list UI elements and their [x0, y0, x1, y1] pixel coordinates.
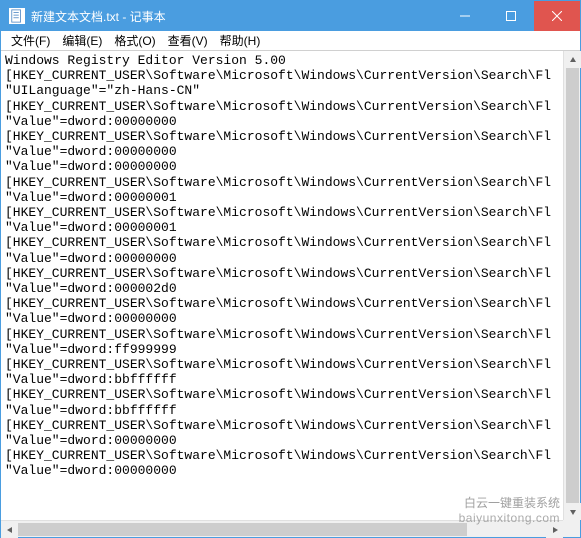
- menubar: 文件(F) 编辑(E) 格式(O) 查看(V) 帮助(H): [1, 31, 580, 51]
- window-title: 新建文本文档.txt - 记事本: [31, 8, 166, 25]
- scroll-track-vertical[interactable]: [564, 68, 580, 503]
- titlebar[interactable]: 新建文本文档.txt - 记事本: [1, 1, 580, 31]
- menu-help[interactable]: 帮助(H): [214, 31, 267, 50]
- notepad-icon: [9, 8, 25, 24]
- menu-format[interactable]: 格式(O): [108, 31, 161, 50]
- minimize-button[interactable]: [442, 1, 488, 31]
- text-area[interactable]: Windows Registry Editor Version 5.00 [HK…: [1, 51, 580, 537]
- horizontal-scrollbar[interactable]: [1, 520, 563, 537]
- menu-view[interactable]: 查看(V): [162, 31, 214, 50]
- scroll-corner: [563, 520, 580, 537]
- window-controls: [442, 1, 580, 31]
- close-button[interactable]: [534, 1, 580, 31]
- menu-edit[interactable]: 编辑(E): [56, 31, 108, 50]
- scroll-up-button[interactable]: [564, 51, 581, 68]
- menu-file[interactable]: 文件(F): [5, 31, 56, 50]
- scroll-thumb-horizontal[interactable]: [18, 523, 467, 536]
- scroll-down-button[interactable]: [564, 503, 581, 520]
- vertical-scrollbar[interactable]: [563, 51, 580, 520]
- scroll-thumb-vertical[interactable]: [566, 68, 579, 503]
- scroll-right-button[interactable]: [546, 521, 563, 538]
- scroll-left-button[interactable]: [1, 521, 18, 538]
- maximize-button[interactable]: [488, 1, 534, 31]
- scroll-track-horizontal[interactable]: [18, 521, 546, 537]
